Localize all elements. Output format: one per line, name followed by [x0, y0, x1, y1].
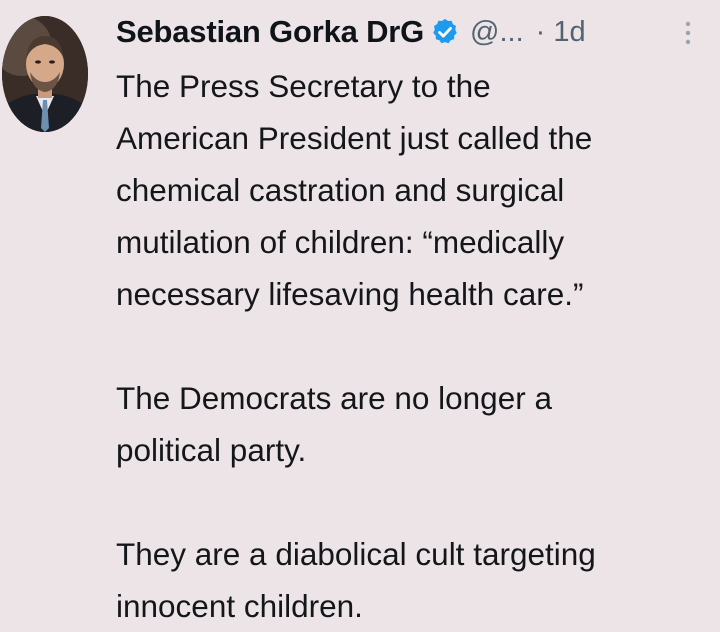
- tweet-paragraph: The Democrats are no longer a political …: [116, 380, 552, 468]
- tweet-text: The Press Secretary to the American Pres…: [116, 60, 716, 632]
- tweet-paragraph: They are a diabolical cult targeting inn…: [116, 536, 596, 624]
- tweet[interactable]: Sebastian Gorka DrG @... · 1d The Press …: [0, 0, 720, 624]
- separator-dot: ·: [535, 15, 546, 48]
- author-name[interactable]: Sebastian Gorka DrG: [116, 14, 424, 50]
- more-options-icon[interactable]: [684, 20, 692, 46]
- avatar[interactable]: [2, 16, 88, 132]
- tweet-header: Sebastian Gorka DrG @... · 1d: [116, 10, 586, 54]
- tweet-timestamp[interactable]: 1d: [553, 16, 585, 49]
- tweet-paragraph: The Press Secretary to the American Pres…: [116, 68, 593, 312]
- avatar-image: [2, 16, 88, 132]
- author-handle[interactable]: @...: [470, 16, 524, 49]
- verified-badge-icon: [430, 17, 460, 47]
